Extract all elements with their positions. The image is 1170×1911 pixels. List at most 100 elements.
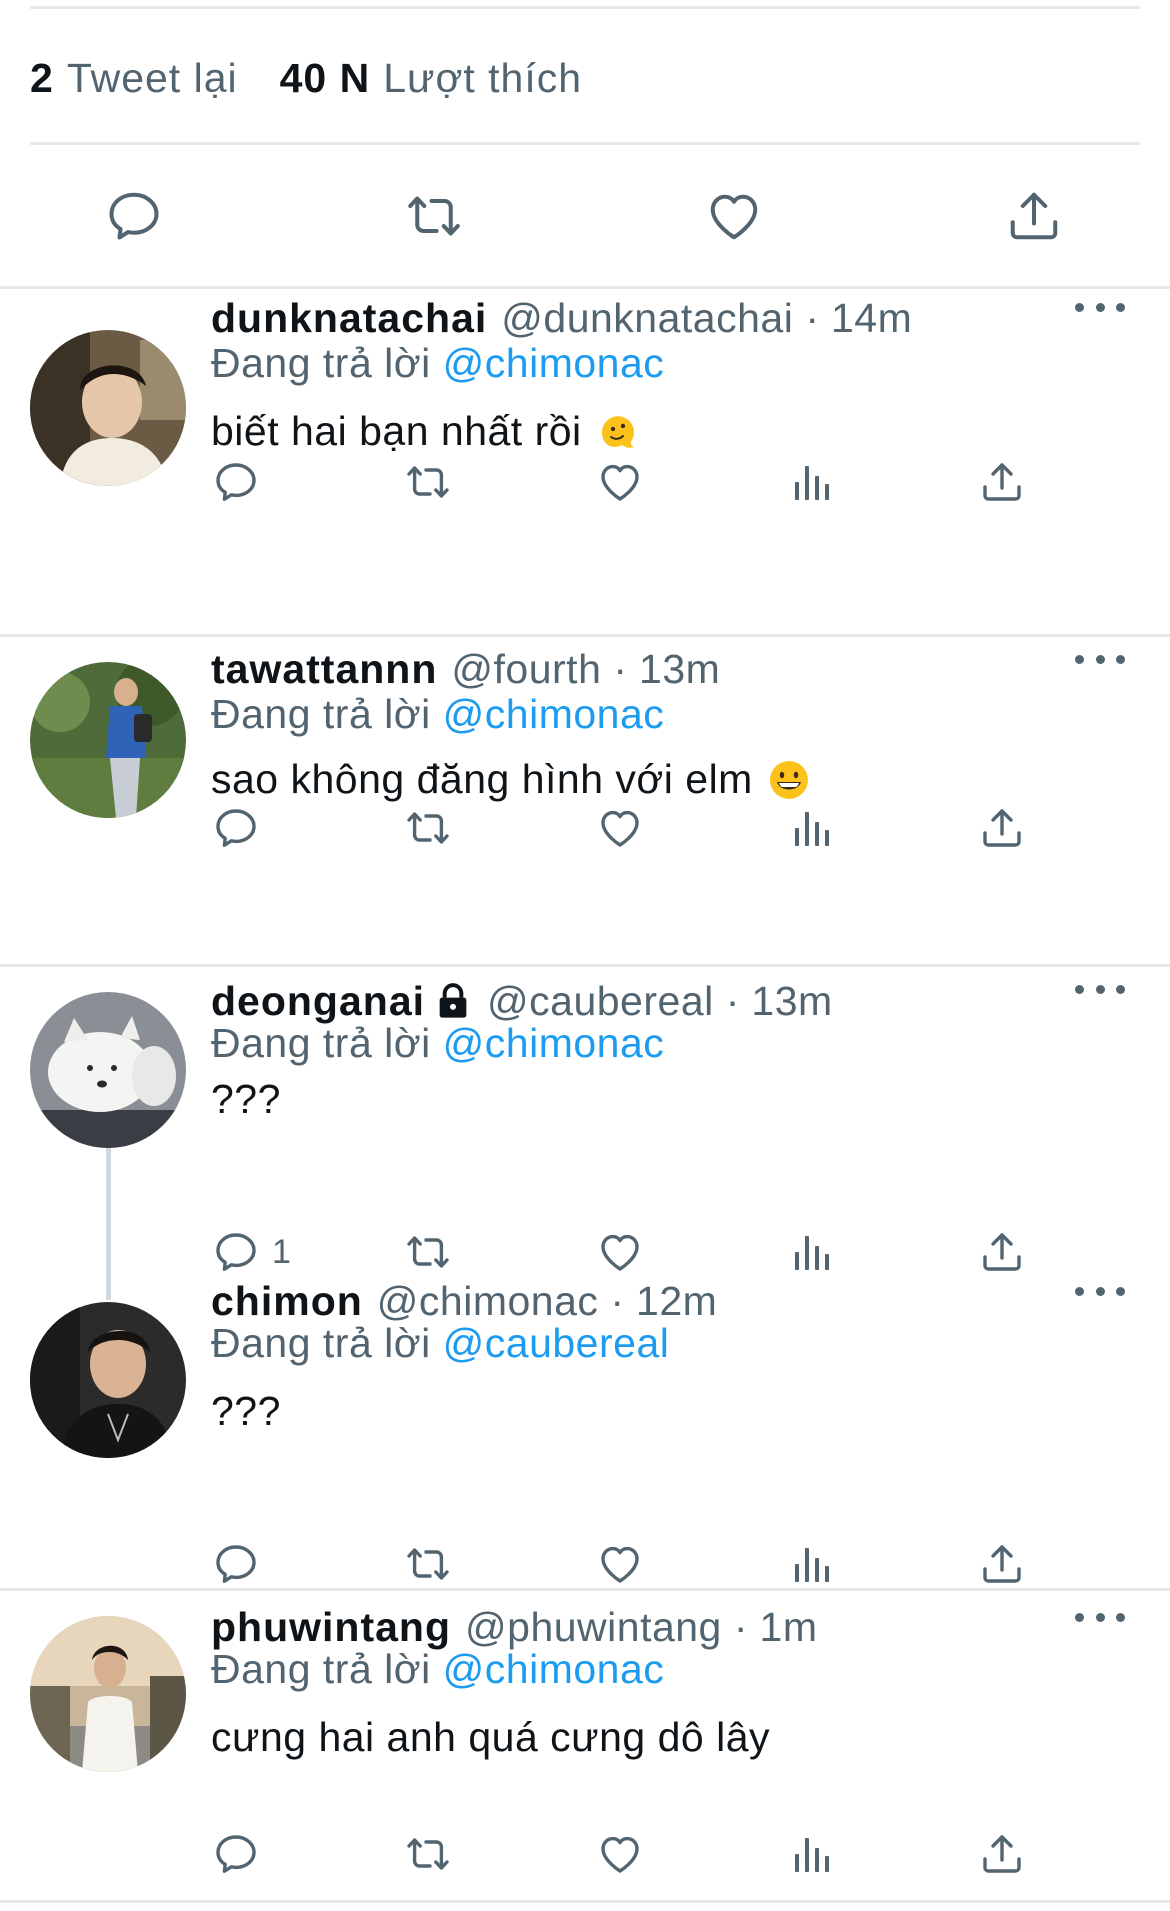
reply-to-mention[interactable]: @chimonac [443, 1646, 665, 1692]
like-button[interactable] [596, 1224, 644, 1280]
display-name[interactable]: phuwintang [211, 1604, 451, 1651]
reply-button[interactable] [212, 454, 272, 510]
username[interactable]: @caubereal [487, 978, 714, 1025]
tweet-header: dunknatachai @dunknatachai · 14m [211, 293, 912, 343]
tweet-actions [0, 800, 1170, 856]
username[interactable]: @chimonac [377, 1278, 599, 1325]
reply-to-mention[interactable]: @caubereal [443, 1320, 670, 1366]
tweet-header: tawattannn @fourth · 13m [211, 644, 720, 694]
avatar[interactable] [30, 992, 186, 1148]
retweet-button[interactable] [404, 1536, 452, 1592]
share-button[interactable] [978, 454, 1026, 510]
more-options-icon[interactable] [1075, 1276, 1125, 1306]
tweet-header: deonganai @caubereal · 13m [211, 976, 833, 1026]
retweet-button[interactable] [404, 1224, 452, 1280]
reply-button[interactable]: 1 [212, 1224, 291, 1280]
reply-to-mention[interactable]: @chimonac [443, 691, 665, 737]
reply-button[interactable] [212, 1826, 272, 1882]
timestamp[interactable]: 12m [636, 1278, 717, 1325]
timestamp[interactable]: 13m [751, 978, 832, 1025]
share-button[interactable] [978, 1536, 1026, 1592]
like-button[interactable] [596, 454, 644, 510]
tweet-actions [0, 1826, 1170, 1882]
display-name[interactable]: chimon [211, 1278, 363, 1325]
views-button[interactable] [788, 1536, 836, 1592]
share-button[interactable] [978, 1826, 1026, 1882]
avatar[interactable] [30, 1616, 186, 1772]
views-button[interactable] [788, 1224, 836, 1280]
display-name[interactable]: dunknatachai [211, 295, 487, 342]
reply-icon [109, 192, 159, 240]
avatar[interactable] [30, 1302, 186, 1458]
retweet-button[interactable] [404, 800, 452, 856]
reply-button[interactable] [212, 800, 272, 856]
reply-icon [212, 1830, 260, 1878]
retweet-icon [404, 458, 452, 506]
share-icon [978, 1540, 1026, 1588]
retweet-button[interactable] [398, 180, 470, 252]
share-button[interactable] [998, 180, 1070, 252]
like-button[interactable] [698, 180, 770, 252]
retweet-icon [404, 1830, 452, 1878]
replying-to: Đang trả lời @caubereal [211, 1320, 669, 1367]
reply-icon [212, 804, 260, 852]
timestamp[interactable]: 14m [831, 295, 912, 342]
reply-to-mention[interactable]: @chimonac [443, 340, 665, 386]
reply-button[interactable] [212, 1536, 272, 1592]
views-button[interactable] [788, 1826, 836, 1882]
share-icon [978, 1830, 1026, 1878]
melting-face-emoji [601, 415, 634, 448]
reply-tweet[interactable]: deonganai @caubereal · 13m Đang trả lời … [0, 966, 1170, 1278]
avatar[interactable] [30, 662, 186, 818]
stats-divider [30, 142, 1140, 145]
reply-to-mention[interactable]: @chimonac [443, 1020, 665, 1066]
reply-button[interactable] [98, 180, 170, 252]
retweets-label[interactable]: Tweet lại [67, 55, 238, 102]
timestamp[interactable]: 1m [760, 1604, 818, 1651]
views-button[interactable] [788, 800, 836, 856]
reply-tweet[interactable]: dunknatachai @dunknatachai · 14m Đang tr… [0, 288, 1170, 634]
share-button[interactable] [978, 1224, 1026, 1280]
username[interactable]: @dunknatachai [501, 295, 793, 342]
display-name[interactable]: tawattannn [211, 646, 437, 693]
heart-icon [710, 194, 758, 240]
more-options-icon[interactable] [1075, 292, 1125, 322]
top-divider [30, 6, 1140, 9]
share-icon [1010, 192, 1058, 240]
separator-dot: · [805, 294, 819, 341]
separator-dot: · [613, 645, 628, 692]
more-options-icon[interactable] [1075, 1602, 1125, 1632]
share-button[interactable] [978, 800, 1026, 856]
retweet-button[interactable] [404, 454, 452, 510]
share-icon [978, 1228, 1026, 1276]
display-name[interactable]: deonganai [211, 978, 425, 1025]
username[interactable]: @phuwintang [465, 1604, 722, 1651]
analytics-icon [788, 1540, 836, 1588]
retweets-count[interactable]: 2 [30, 55, 54, 102]
heart-icon [596, 1228, 644, 1276]
likes-label[interactable]: Lượt thích [383, 55, 582, 102]
like-button[interactable] [596, 1826, 644, 1882]
replying-label: Đang trả lời [211, 691, 431, 737]
likes-count[interactable]: 40 N [280, 55, 371, 102]
more-options-icon[interactable] [1075, 644, 1125, 674]
replying-label: Đang trả lời [211, 1320, 431, 1366]
views-button[interactable] [788, 454, 836, 510]
main-tweet-actions [0, 180, 1170, 252]
reply-tweet[interactable]: tawattannn @fourth · 13m Đang trả lời @c… [0, 636, 1170, 964]
like-button[interactable] [596, 800, 644, 856]
reply-tweet[interactable]: phuwintang @phuwintang · 1m Đang trả lời… [0, 1590, 1170, 1900]
more-options-icon[interactable] [1075, 974, 1125, 1004]
tweet-text-content: sao không đăng hình với elm [211, 756, 753, 802]
reply-count: 1 [272, 1232, 291, 1271]
replying-label: Đang trả lời [211, 340, 431, 386]
share-icon [978, 804, 1026, 852]
tweet-divider [0, 1900, 1170, 1903]
username[interactable]: @fourth [451, 646, 601, 693]
timestamp[interactable]: 13m [639, 646, 720, 693]
lock-icon [439, 983, 467, 1018]
reply-tweet[interactable]: chimon @chimonac · 12m Đang trả lời @cau… [0, 1278, 1170, 1588]
retweet-button[interactable] [404, 1826, 452, 1882]
grinning-face-emoji [769, 760, 808, 799]
like-button[interactable] [596, 1536, 644, 1592]
